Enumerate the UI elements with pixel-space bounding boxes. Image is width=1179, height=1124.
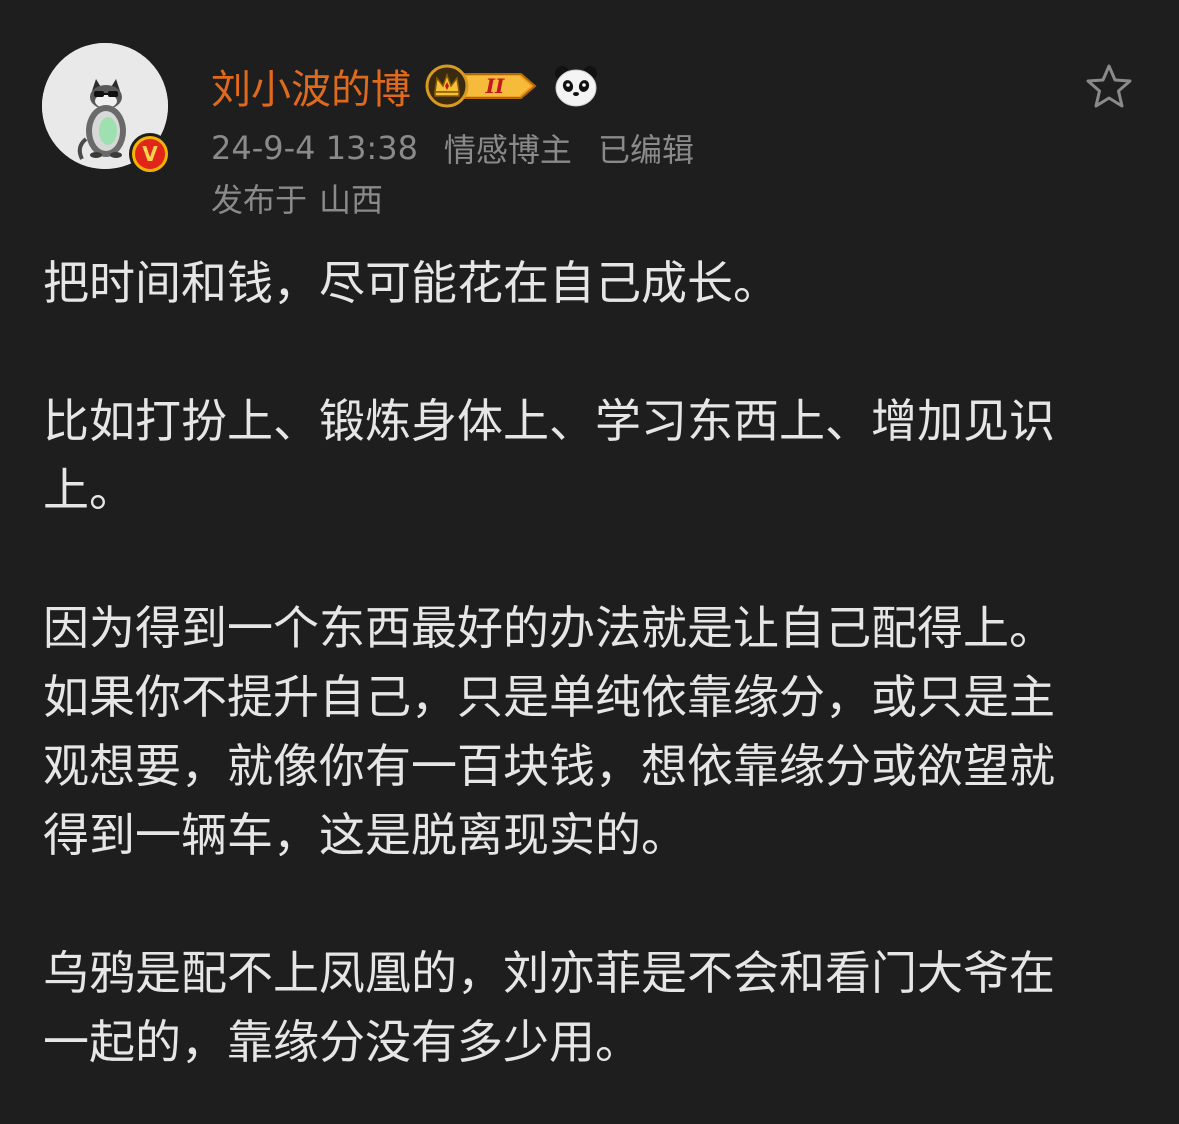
text-line: 得到一辆车，这是脱离现实的。 (43, 808, 687, 862)
text-line: 比如打扮上、锻炼身体上、学习东西上、增加见识 (43, 394, 1055, 448)
verified-v-icon: V (135, 139, 165, 169)
text-line: 如果你不提升自己，只是单纯依靠缘分，或只是主 (43, 670, 1055, 724)
edited-label[interactable]: 已编辑 (598, 125, 694, 171)
paragraph: 乌鸦是配不上凤凰的，刘亦菲是不会和看门大爷在 一起的，靠缘分没有多少用。 (43, 939, 1133, 1077)
post-location-row: 发布于 山西 (211, 176, 383, 220)
text-line: 观想要，就像你有一百块钱，想依靠缘分或欲望就 (43, 739, 1055, 793)
paragraph: 因为得到一个东西最好的办法就是让自己配得上。 如果你不提升自己，只是单纯依靠缘分… (43, 594, 1133, 870)
favorite-button[interactable] (1082, 60, 1136, 114)
post-content: 把时间和钱，尽可能花在自己成长。 比如打扮上、锻炼身体上、学习东西上、增加见识 … (43, 249, 1133, 1077)
author-username[interactable]: 刘小波的博 (211, 57, 411, 115)
panda-icon (555, 66, 597, 107)
text-line: 一起的，靠缘分没有多少用。 (43, 1015, 641, 1069)
avatar-container[interactable]: V (42, 43, 171, 175)
verified-badge: V (129, 133, 171, 175)
level-badge-text: II (485, 74, 505, 98)
author-tag[interactable]: 情感博主 (444, 125, 572, 171)
paragraph: 比如打扮上、锻炼身体上、学习东西上、增加见识 上。 (43, 387, 1133, 525)
text-line: 上。 (43, 463, 135, 517)
paragraph: 把时间和钱，尽可能花在自己成长。 (43, 249, 1133, 318)
crown-level-icon[interactable]: II (423, 62, 541, 110)
text-line: 因为得到一个东西最好的办法就是让自己配得上。 (43, 601, 1055, 655)
post-meta-row: 24-9-4 13:38 情感博主 已编辑 (211, 126, 694, 170)
location-prefix: 发布于 (211, 181, 308, 219)
post-timestamp: 24-9-4 13:38 (211, 129, 418, 167)
weibo-post: V 刘小波的博 II 24-9-4 13:38 情感博主 已编辑 发布于 山西 … (0, 0, 1179, 1124)
text-line: 乌鸦是配不上凤凰的，刘亦菲是不会和看门大爷在 (43, 946, 1055, 1000)
text-line: 把时间和钱，尽可能花在自己成长。 (43, 256, 779, 310)
star-outline-icon (1086, 64, 1132, 108)
location-name: 山西 (319, 181, 384, 219)
author-name-row: 刘小波的博 II (211, 58, 599, 114)
